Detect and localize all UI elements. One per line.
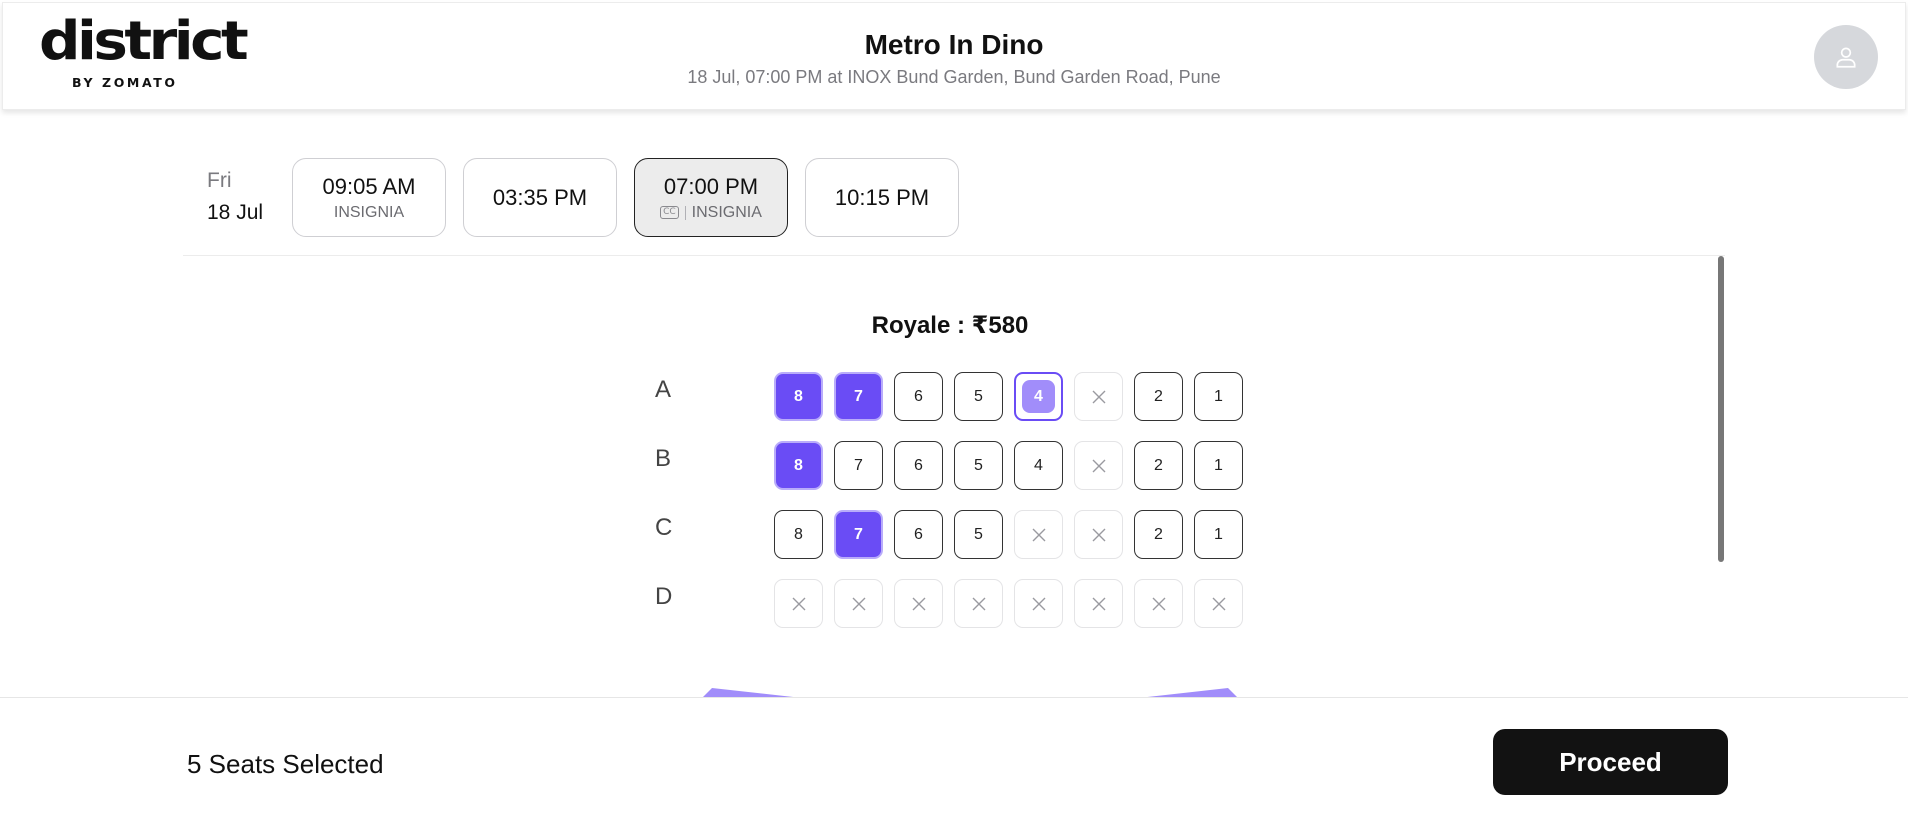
seat-unavailable bbox=[1014, 579, 1063, 628]
seat-C7[interactable]: 7 bbox=[834, 510, 883, 559]
seats-selected-count: 5 Seats Selected bbox=[187, 749, 384, 779]
seat-number: 7 bbox=[854, 525, 863, 543]
seat-A7[interactable]: 7 bbox=[834, 372, 883, 421]
section-divider bbox=[183, 255, 1725, 256]
seat-B8[interactable]: 8 bbox=[774, 441, 823, 490]
seat-B4[interactable]: 4 bbox=[1014, 441, 1063, 490]
scrollbar-thumb[interactable] bbox=[1718, 256, 1724, 562]
row-label: C bbox=[655, 514, 673, 541]
seat-C5[interactable]: 5 bbox=[954, 510, 1003, 559]
showtime-button-selected[interactable]: 07:00 PM CC INSIGNIA bbox=[634, 158, 788, 237]
seat-number: 8 bbox=[794, 456, 803, 474]
cc-icon: CC bbox=[660, 206, 679, 219]
proceed-button[interactable]: Proceed bbox=[1493, 729, 1728, 795]
seat-unavailable bbox=[774, 579, 823, 628]
seat-unavailable bbox=[1074, 441, 1123, 490]
seat-C6[interactable]: 6 bbox=[894, 510, 943, 559]
seat-number: 5 bbox=[974, 456, 983, 474]
seat-A2[interactable]: 2 bbox=[1134, 372, 1183, 421]
close-icon bbox=[1092, 459, 1105, 472]
showtime-button[interactable]: 09:05 AM INSIGNIA bbox=[292, 158, 446, 237]
row-label: B bbox=[655, 445, 672, 472]
seat-number: 6 bbox=[914, 456, 923, 474]
seat-A5[interactable]: 5 bbox=[954, 372, 1003, 421]
date-weekday: Fri bbox=[207, 169, 232, 192]
showtime-time: 07:00 PM bbox=[663, 173, 759, 199]
seat-number: 7 bbox=[854, 387, 863, 405]
seat-B5[interactable]: 5 bbox=[954, 441, 1003, 490]
seat-unavailable bbox=[1014, 510, 1063, 559]
seat-category-title: Royale : ₹580 bbox=[871, 312, 1029, 339]
seat-unavailable bbox=[1074, 372, 1123, 421]
seat-number: 2 bbox=[1154, 525, 1163, 543]
seat-unavailable bbox=[894, 579, 943, 628]
seat-number: 2 bbox=[1154, 456, 1163, 474]
close-icon bbox=[1092, 528, 1105, 541]
seat-B7[interactable]: 7 bbox=[834, 441, 883, 490]
close-icon bbox=[792, 597, 805, 610]
showtime-format: INSIGNIA bbox=[334, 204, 404, 222]
seat-number: 5 bbox=[974, 387, 983, 405]
seat-unavailable bbox=[954, 579, 1003, 628]
seat-number: 2 bbox=[1154, 387, 1163, 405]
seat-A8[interactable]: 8 bbox=[774, 372, 823, 421]
seat-C1[interactable]: 1 bbox=[1194, 510, 1243, 559]
seat-number: 7 bbox=[854, 456, 863, 474]
user-icon bbox=[1836, 47, 1856, 68]
seat-number: 4 bbox=[1022, 380, 1055, 413]
seat-B1[interactable]: 1 bbox=[1194, 441, 1243, 490]
close-icon bbox=[852, 597, 865, 610]
seat-number: 6 bbox=[914, 525, 923, 543]
seat-C2[interactable]: 2 bbox=[1134, 510, 1183, 559]
seat-unavailable bbox=[1134, 579, 1183, 628]
show-details: 18 Jul, 07:00 PM at INOX Bund Garden, Bu… bbox=[687, 67, 1221, 87]
seat-number: 8 bbox=[794, 387, 803, 405]
seat-A6[interactable]: 6 bbox=[894, 372, 943, 421]
seat-number: 8 bbox=[794, 525, 803, 543]
close-icon bbox=[1152, 597, 1165, 610]
row-label: D bbox=[655, 583, 673, 610]
seat-number: 1 bbox=[1214, 525, 1223, 543]
showtime-button[interactable]: 03:35 PM bbox=[463, 158, 617, 237]
close-icon bbox=[1032, 597, 1045, 610]
seat-C8[interactable]: 8 bbox=[774, 510, 823, 559]
seat-number: 4 bbox=[1034, 456, 1043, 474]
close-icon bbox=[1092, 597, 1105, 610]
seat-unavailable bbox=[1074, 510, 1123, 559]
showtime-time: 03:35 PM bbox=[492, 184, 588, 210]
app-header: district BY ZOMATO Metro In Dino 18 Jul,… bbox=[2, 2, 1906, 110]
seat-number: 5 bbox=[974, 525, 983, 543]
close-icon bbox=[1212, 597, 1225, 610]
date-day: 18 Jul bbox=[207, 201, 264, 224]
format-label: INSIGNIA bbox=[691, 203, 762, 221]
row-label: A bbox=[655, 376, 672, 403]
seat-A1[interactable]: 1 bbox=[1194, 372, 1243, 421]
booking-footer: 5 Seats Selected Proceed bbox=[0, 697, 1908, 824]
showtime-time: 09:05 AM bbox=[322, 173, 416, 199]
seat-A4[interactable]: 4 bbox=[1014, 372, 1063, 421]
seat-B6[interactable]: 6 bbox=[894, 441, 943, 490]
format-label: INSIGNIA bbox=[333, 203, 405, 221]
seat-unavailable bbox=[1074, 579, 1123, 628]
profile-avatar[interactable] bbox=[1814, 25, 1878, 89]
seat-number: 1 bbox=[1214, 387, 1223, 405]
showtime-time: 10:15 PM bbox=[834, 184, 930, 210]
close-icon bbox=[1092, 390, 1105, 403]
format-separator bbox=[684, 205, 686, 220]
seat-B2[interactable]: 2 bbox=[1134, 441, 1183, 490]
close-icon bbox=[972, 597, 985, 610]
seat-unavailable bbox=[834, 579, 883, 628]
movie-title: Metro In Dino bbox=[864, 29, 1044, 60]
close-icon bbox=[912, 597, 925, 610]
seat-number: 6 bbox=[914, 387, 923, 405]
close-icon bbox=[1032, 528, 1045, 541]
seat-unavailable bbox=[1194, 579, 1243, 628]
showtime-button[interactable]: 10:15 PM bbox=[805, 158, 959, 237]
seat-number: 1 bbox=[1214, 456, 1223, 474]
showtime-format: CC INSIGNIA bbox=[660, 204, 762, 222]
